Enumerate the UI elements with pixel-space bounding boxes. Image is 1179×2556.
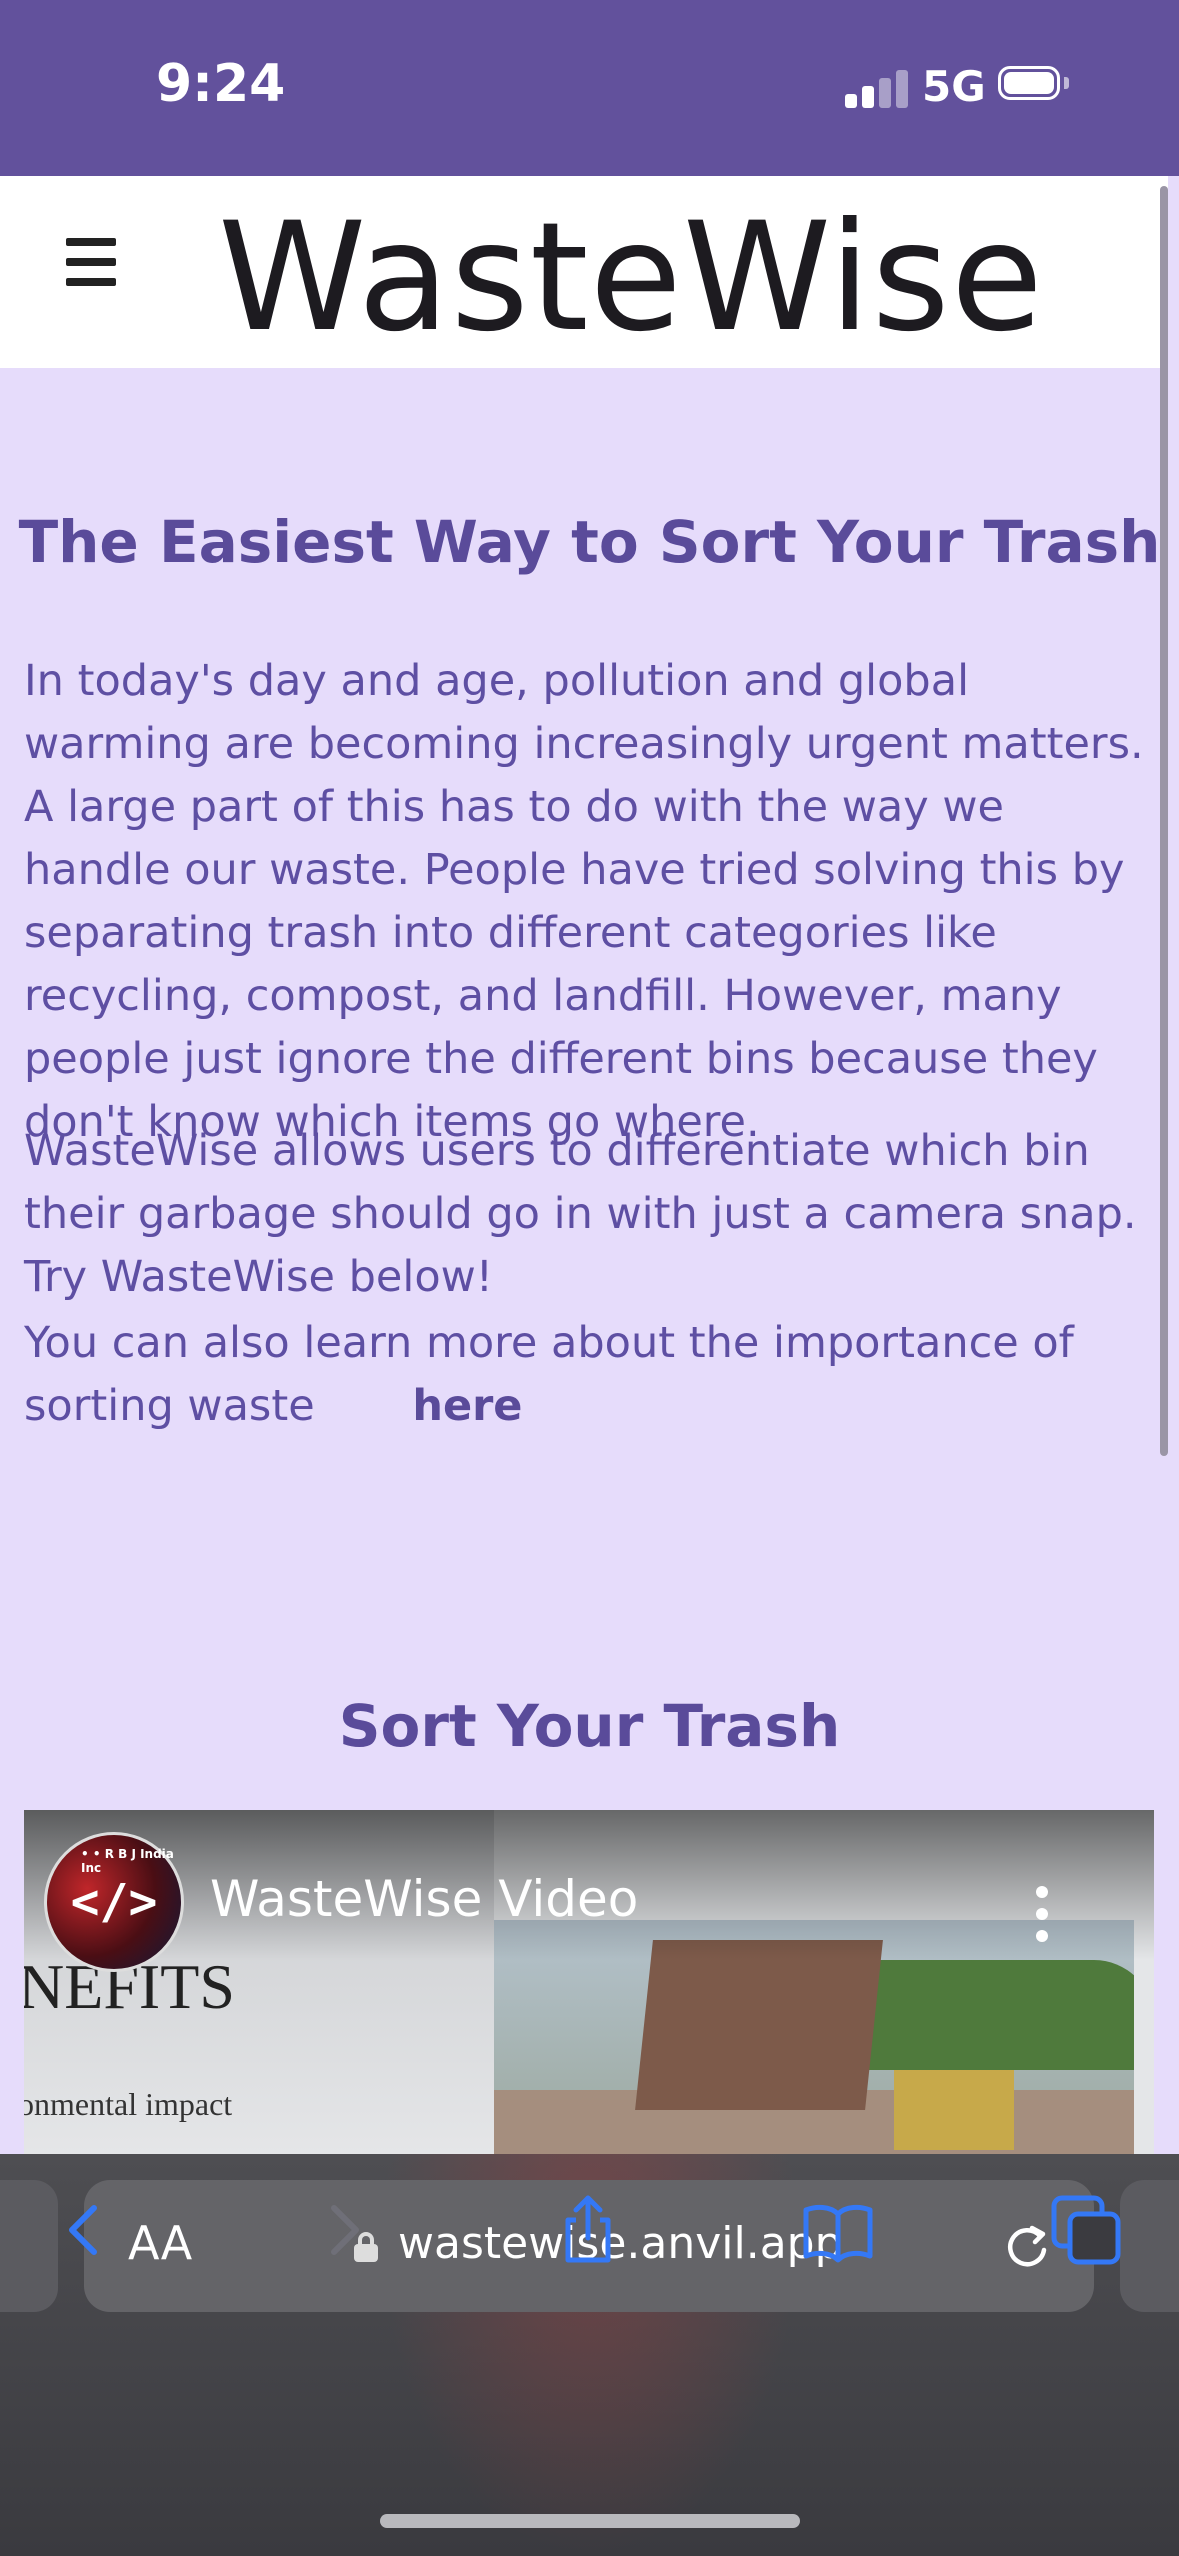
network-label: 5G xyxy=(922,62,986,111)
video-title[interactable]: WasteWise Video xyxy=(210,1870,638,1928)
next-tab-peek[interactable] xyxy=(1120,2180,1179,2312)
forward-icon[interactable] xyxy=(302,2190,382,2270)
battery-icon xyxy=(998,66,1070,106)
code-icon: </> xyxy=(70,1874,158,1930)
app-title: WasteWise xyxy=(218,191,1045,365)
home-indicator[interactable] xyxy=(380,2514,800,2528)
intro-paragraph-3: You can also learn more about the import… xyxy=(24,1312,1164,1438)
bookmarks-icon[interactable] xyxy=(798,2190,878,2270)
learn-more-text: You can also learn more about the import… xyxy=(24,1318,1074,1431)
intro-paragraph-2: WasteWise allows users to differentiate … xyxy=(24,1126,1137,1302)
intro-paragraph-1: In today's day and age, pollution and gl… xyxy=(24,656,1144,1147)
text-size-button[interactable]: AA xyxy=(128,2216,192,2270)
intro-headline: The Easiest Way to Sort Your Trash xyxy=(18,508,1161,576)
sort-section-title: Sort Your Trash xyxy=(338,1692,841,1760)
video-player[interactable]: NEFITS onmental impact • • R B J India I… xyxy=(24,1810,1154,2170)
status-bar: 9:24 5G xyxy=(0,0,1179,176)
status-time: 9:24 xyxy=(156,54,286,114)
reload-icon[interactable] xyxy=(1002,2220,1052,2270)
share-icon[interactable] xyxy=(548,2190,628,2270)
learn-more-link[interactable]: here xyxy=(412,1381,522,1431)
cellular-signal-icon xyxy=(845,70,909,108)
more-options-icon[interactable] xyxy=(1036,1886,1050,1942)
channel-logo-tag: • • R B J India Inc xyxy=(81,1847,174,1875)
app-header: WasteWise xyxy=(0,176,1168,368)
hamburger-menu-icon[interactable] xyxy=(62,238,120,286)
video-slide-caption: onmental impact xyxy=(24,2086,233,2122)
channel-logo[interactable]: • • R B J India Inc </> xyxy=(44,1832,184,1972)
tabs-icon[interactable] xyxy=(1046,2190,1126,2270)
back-icon[interactable] xyxy=(46,2190,126,2270)
